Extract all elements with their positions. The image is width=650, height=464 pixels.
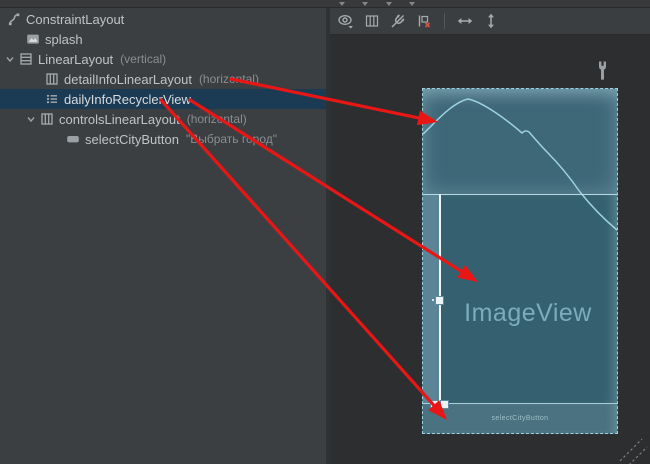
component-tree-panel: ConstraintLayout splash: [0, 8, 326, 464]
section-boundary-line: [423, 194, 617, 195]
tree-item-annotation: (vertical): [120, 52, 166, 66]
autoconnect-off-icon[interactable]: [389, 12, 407, 30]
tree-item-label: ConstraintLayout: [26, 12, 124, 27]
anchor-dot: [432, 299, 434, 301]
recycler-view-icon: [45, 92, 59, 106]
tree-item-label: dailyInfoRecyclerView: [64, 92, 191, 107]
toolbar-separator: [444, 13, 445, 29]
image-icon: [26, 32, 40, 46]
cropped-icon-mark: [362, 2, 368, 6]
chevron-down-icon[interactable]: [5, 52, 15, 67]
tree-item-linearlayout[interactable]: LinearLayout (vertical): [0, 49, 326, 69]
tree-item-controlslinearlayout[interactable]: controlsLinearLayout (horizontal): [0, 109, 326, 129]
tree-item-annotation: (horizontal): [199, 72, 259, 86]
tree-item-detailinfolinearlayout[interactable]: detailInfoLinearLayout (horizontal): [0, 69, 326, 89]
tree-item-label: splash: [45, 32, 83, 47]
linear-layout-vertical-icon: [19, 52, 33, 66]
chevron-down-icon[interactable]: [26, 112, 36, 127]
tree-item-annotation: "Выбрать город": [186, 132, 277, 146]
tree-item-label: selectCityButton: [85, 132, 179, 147]
cropped-icon-mark: [409, 2, 415, 6]
device-preview[interactable]: ImageView selectCityButton: [422, 88, 618, 434]
tree-item-dailyinforecyclerview-selected[interactable]: dailyInfoRecyclerView: [0, 89, 326, 109]
clear-all-constraints-icon[interactable]: [415, 12, 433, 30]
view-options-icon[interactable]: [337, 12, 355, 30]
tree-item-selectcitybutton[interactable]: selectCityButton "Выбрать город": [0, 129, 326, 149]
tree-item-label: LinearLayout: [38, 52, 113, 67]
android-studio-layout-editor: ConstraintLayout splash: [0, 0, 650, 464]
resize-grip[interactable]: [618, 435, 650, 464]
pan-horizontal-icon[interactable]: [456, 12, 474, 30]
linear-layout-horizontal-icon: [45, 72, 59, 86]
pan-vertical-icon[interactable]: [482, 12, 500, 30]
selection-handle[interactable]: [430, 400, 439, 409]
wrench-icon[interactable]: [596, 60, 610, 82]
cropped-icon-mark: [339, 2, 345, 6]
design-toolbar: [330, 8, 650, 35]
cropped-icon-mark: [386, 2, 392, 6]
button-icon: [66, 132, 80, 146]
select-city-button-label: selectCityButton: [492, 415, 549, 422]
tree-item-label: controlsLinearLayout: [59, 112, 180, 127]
imageview-label: ImageView: [439, 299, 617, 328]
detail-info-section[interactable]: [423, 89, 617, 194]
tree-item-splash[interactable]: splash: [0, 29, 326, 49]
constraint-layout-icon: [7, 12, 21, 26]
tree-item-annotation: (horizontal): [187, 112, 247, 126]
design-editor-panel: ImageView selectCityButton: [330, 8, 650, 464]
linear-layout-horizontal-icon: [40, 112, 54, 126]
selection-handle[interactable]: [440, 400, 449, 409]
design-surface[interactable]: ImageView selectCityButton: [330, 35, 650, 464]
controls-bar[interactable]: selectCityButton: [423, 403, 617, 433]
blueprint-columns-icon[interactable]: [363, 12, 381, 30]
selection-handle[interactable]: [435, 296, 444, 305]
tree-item-label: detailInfoLinearLayout: [64, 72, 192, 87]
tree-item-constraintlayout[interactable]: ConstraintLayout: [0, 9, 326, 29]
top-toolbar-cropped: [0, 0, 650, 8]
